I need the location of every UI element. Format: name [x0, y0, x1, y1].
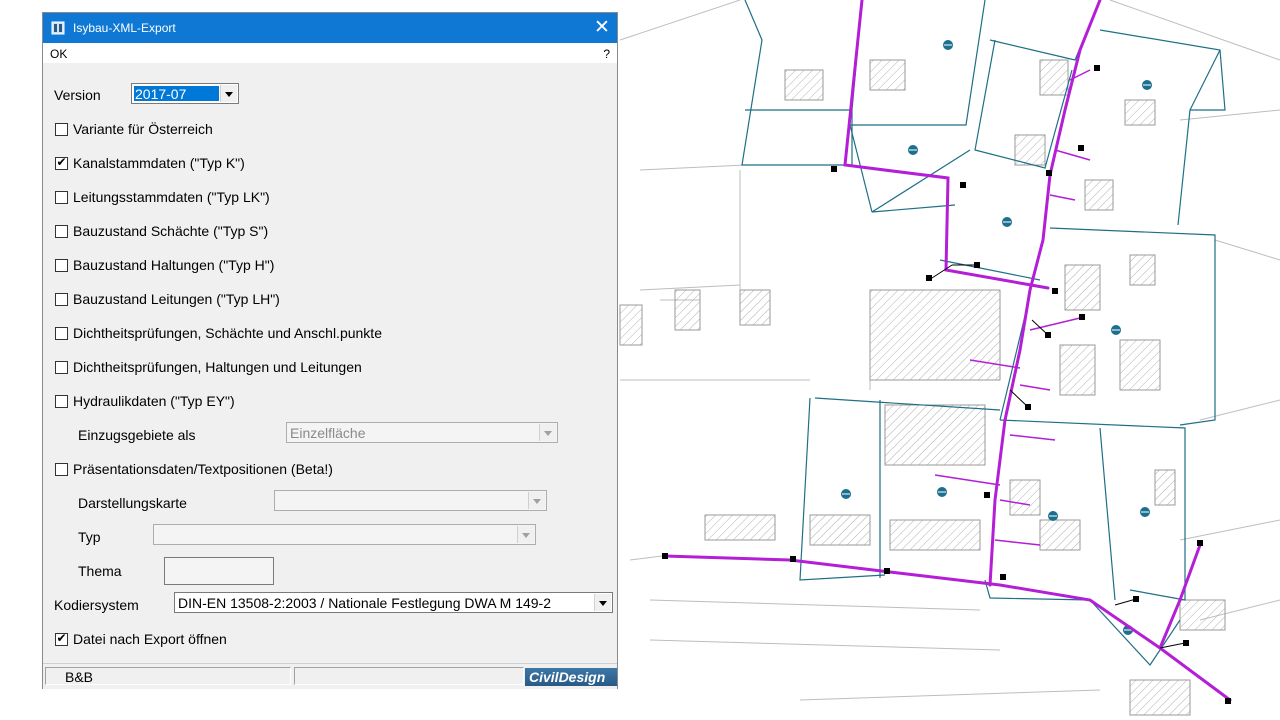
shaft-marker-icon — [1079, 314, 1085, 320]
close-icon: ✕ — [594, 17, 610, 38]
status-bar: B&B CivilDesign — [43, 663, 617, 689]
shaft-marker-icon — [831, 166, 837, 172]
shaft-marker-icon — [1094, 65, 1100, 71]
shaft-marker-icon — [1225, 698, 1231, 704]
checkbox-bauzustand-haltungen[interactable] — [55, 259, 68, 272]
app-icon — [51, 21, 65, 35]
version-select[interactable]: 2017-07 — [131, 83, 239, 104]
civildesign-logo: CivilDesign — [525, 668, 617, 686]
menu-help[interactable]: ? — [603, 47, 610, 61]
dropdown-arrow-icon[interactable] — [594, 594, 611, 611]
manhole-icon — [943, 40, 953, 50]
dropdown-arrow-icon[interactable] — [220, 85, 237, 102]
typ-label: Typ — [78, 529, 101, 545]
kodiersystem-label: Kodiersystem — [54, 597, 139, 613]
manhole-icon — [841, 489, 851, 499]
manhole-icon — [1140, 507, 1150, 517]
isybau-export-dialog: Isybau-XML-Export ✕ OK ? Version 2017-07… — [43, 13, 617, 689]
label-hydraulikdaten: Hydraulikdaten ("Typ EY") — [73, 393, 235, 409]
einzugsgebiete-label: Einzugsgebiete als — [78, 427, 196, 443]
manhole-icon — [908, 145, 918, 155]
checkbox-mark: ✔ — [56, 155, 67, 169]
shaft-marker-icon — [1000, 574, 1006, 580]
label-dichtheit-haltungen: Dichtheitsprüfungen, Haltungen und Leitu… — [73, 359, 362, 375]
shaft-marker-icon — [790, 556, 796, 562]
shaft-marker-icon — [1052, 288, 1058, 294]
title-bar: Isybau-XML-Export ✕ — [43, 13, 617, 43]
status-cell-2 — [294, 667, 524, 685]
manhole-icon — [1111, 325, 1121, 335]
label-leitungsstammdaten: Leitungsstammdaten ("Typ LK") — [73, 189, 270, 205]
shaft-marker-icon — [926, 275, 932, 281]
checkbox-datei-oeffnen[interactable]: ✔ — [55, 631, 68, 646]
shaft-marker-icon — [884, 568, 890, 574]
label-dichtheit-schaechte: Dichtheitsprüfungen, Schächte und Anschl… — [73, 325, 382, 341]
shaft-marker-icon — [960, 182, 966, 188]
typ-select[interactable] — [153, 524, 536, 545]
shaft-marker-icon — [984, 492, 990, 498]
dropdown-arrow-icon — [517, 526, 534, 543]
manhole-icon — [1048, 511, 1058, 521]
checkbox-mark: ✔ — [56, 631, 67, 645]
label-bauzustand-schaechte: Bauzustand Schächte ("Typ S") — [73, 223, 269, 239]
label-praesentationsdaten: Präsentationsdaten/Textpositionen (Beta!… — [73, 461, 333, 477]
shaft-marker-icon — [1078, 145, 1084, 151]
einzugsgebiete-select[interactable]: Einzelfläche — [286, 422, 558, 443]
label-bauzustand-leitungen: Bauzustand Leitungen ("Typ LH") — [73, 291, 280, 307]
checkbox-bauzustand-leitungen[interactable] — [55, 293, 68, 306]
thema-label: Thema — [78, 563, 122, 579]
manhole-icon — [1002, 217, 1012, 227]
thema-input[interactable] — [164, 557, 274, 585]
checkbox-variante-oesterreich[interactable] — [55, 123, 68, 136]
close-button[interactable]: ✕ — [587, 13, 617, 43]
checkbox-kanalstammdaten[interactable]: ✔ — [55, 155, 68, 170]
einzugsgebiete-value: Einzelfläche — [290, 425, 366, 441]
label-datei-oeffnen: Datei nach Export öffnen — [73, 631, 227, 647]
kodiersystem-value: DIN-EN 13508-2:2003 / Nationale Festlegu… — [178, 595, 552, 611]
dropdown-arrow-icon — [539, 424, 556, 441]
version-selection-highlight: 2017-07 — [134, 86, 219, 102]
checkbox-praesentationsdaten[interactable] — [55, 463, 68, 476]
checkbox-bauzustand-schaechte[interactable] — [55, 225, 68, 238]
version-value: 2017-07 — [135, 86, 187, 102]
checkbox-dichtheit-haltungen[interactable] — [55, 361, 68, 374]
shaft-marker-icon — [1046, 170, 1052, 176]
darstellungskarte-select[interactable] — [274, 490, 547, 511]
checkbox-dichtheit-schaechte[interactable] — [55, 327, 68, 340]
checkbox-leitungsstammdaten[interactable] — [55, 191, 68, 204]
shaft-marker-icon — [662, 553, 668, 559]
label-bauzustand-haltungen: Bauzustand Haltungen ("Typ H") — [73, 257, 275, 273]
menu-ok[interactable]: OK — [50, 47, 67, 61]
window-title: Isybau-XML-Export — [73, 21, 176, 35]
manhole-icon — [937, 487, 947, 497]
shaft-marker-icon — [1197, 540, 1203, 546]
label-variante-oesterreich: Variante für Österreich — [73, 121, 213, 137]
checkbox-hydraulikdaten[interactable] — [55, 395, 68, 408]
darstellungskarte-label: Darstellungskarte — [78, 495, 187, 511]
kodiersystem-select[interactable]: DIN-EN 13508-2:2003 / Nationale Festlegu… — [174, 592, 613, 613]
status-text: B&B — [65, 669, 94, 685]
label-kanalstammdaten: Kanalstammdaten ("Typ K") — [73, 155, 245, 171]
manhole-icon — [1142, 80, 1152, 90]
dropdown-arrow-icon — [528, 492, 545, 509]
version-label: Version — [54, 87, 101, 103]
menu-bar: OK ? — [43, 43, 617, 63]
